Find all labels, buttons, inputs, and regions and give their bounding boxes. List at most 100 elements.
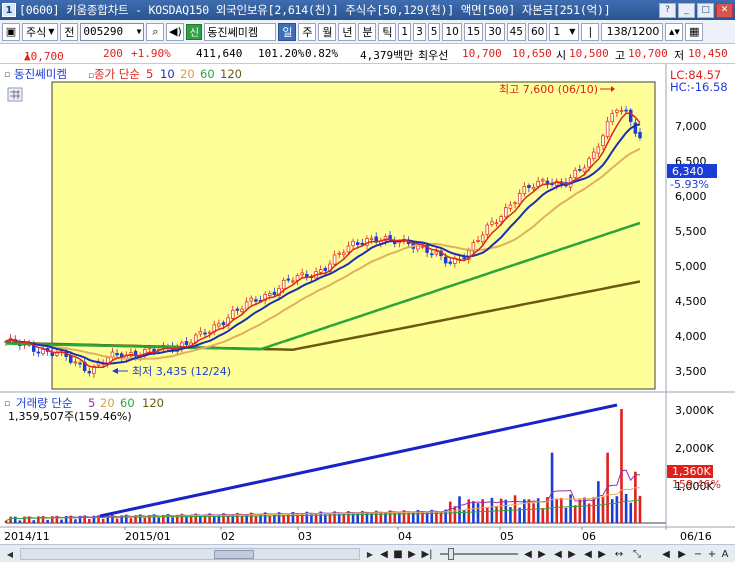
legend-marker-icon: ▫	[4, 70, 10, 80]
legend-marker-icon: ▫	[4, 399, 10, 409]
minimize-icon[interactable]: _	[678, 2, 695, 18]
volume-bar	[601, 496, 605, 523]
volume-bar	[610, 499, 614, 523]
credit-badge[interactable]: 신	[186, 23, 203, 40]
play-icon[interactable]: ▶	[406, 547, 418, 561]
play-back-icon[interactable]: ◀	[378, 547, 390, 561]
period-minute[interactable]: 분	[358, 22, 377, 41]
current-volume-rate: 159.46%	[672, 478, 721, 491]
period-month[interactable]: 월	[318, 22, 337, 41]
chevron-down-icon: ▼	[569, 27, 576, 36]
layout-icon[interactable]: ▣	[2, 22, 20, 41]
candle-body	[490, 221, 494, 225]
vol-tick-2000k: 2,000K	[675, 442, 714, 455]
volume-bar	[101, 518, 105, 523]
speaker-icon[interactable]: ◀)	[166, 22, 185, 41]
volume-bar	[212, 516, 216, 523]
help-icon[interactable]: ?	[659, 2, 676, 18]
volume-bar	[32, 520, 36, 523]
candle-body	[272, 291, 277, 296]
pan-left-icon[interactable]: ◀	[582, 547, 594, 561]
zoom-in-right-icon[interactable]: ▶	[566, 547, 578, 561]
interval-1[interactable]: 1	[398, 22, 412, 41]
volume-bar	[592, 497, 596, 523]
volume-bar	[240, 515, 244, 523]
crosshair-icon[interactable]: ↔	[612, 547, 626, 561]
search-icon[interactable]: ⌕	[146, 22, 165, 41]
volume-ma-label: 거래량 단순	[16, 396, 73, 410]
scroll-track[interactable]	[20, 548, 360, 560]
chart-settings-icon[interactable]: ▦	[685, 22, 704, 41]
interval-45[interactable]: 45	[506, 22, 526, 41]
candle-body	[508, 204, 513, 209]
scroll-left-icon[interactable]: ◀	[4, 548, 16, 560]
interval-5[interactable]: 5	[427, 22, 441, 41]
candle-body	[73, 361, 78, 364]
period-tick[interactable]: 틱	[378, 22, 397, 41]
stock-code-input[interactable]: 005290 ▼	[80, 22, 145, 41]
market-select[interactable]: 주식 ▼	[22, 22, 59, 41]
volume-bar	[555, 498, 559, 523]
volume-bar	[259, 513, 262, 523]
minus-icon[interactable]: −	[692, 547, 704, 561]
zoom-slider[interactable]	[440, 547, 518, 561]
zoom-out-left-icon[interactable]: ◀	[522, 547, 534, 561]
chart-area[interactable]: ▫ 동진쎄미켐 ▫ 종가 단순 5 10 20 60 120 LC:84.57 …	[0, 64, 735, 544]
candle-body	[300, 272, 304, 276]
low-label: 저	[674, 49, 685, 62]
zoom-out-right-icon[interactable]: ▶	[536, 547, 548, 561]
candle-body	[517, 193, 522, 205]
pan-right-icon[interactable]: ▶	[596, 547, 608, 561]
candle-body	[369, 237, 374, 240]
step-icon[interactable]: ▶|	[420, 547, 434, 561]
ma-120-label: 120	[220, 67, 242, 81]
stop-icon[interactable]: ■	[392, 547, 404, 561]
refresh-icon[interactable]: |	[581, 22, 600, 41]
price-change: 200	[103, 47, 123, 60]
maximize-icon[interactable]: □	[697, 2, 714, 18]
font-size-icon[interactable]: A	[719, 547, 731, 561]
grid-icon[interactable]	[7, 87, 23, 102]
period-week[interactable]: 주	[298, 22, 317, 41]
interval-60[interactable]: 60	[527, 22, 548, 41]
volume-bar	[550, 452, 554, 523]
zoom-in-left-icon[interactable]: ◀	[552, 547, 564, 561]
candle-body	[476, 240, 480, 242]
period-day[interactable]: 일	[278, 22, 297, 41]
chart-svg[interactable]: ▫ 동진쎄미켐 ▫ 종가 단순 5 10 20 60 120 LC:84.57 …	[0, 64, 735, 544]
x-label-2015-01: 2015/01	[125, 530, 171, 543]
current-volume-label: 1,360K	[672, 465, 711, 478]
open-label: 시	[556, 49, 567, 62]
diagonal-icon[interactable]: ⤡	[630, 547, 644, 561]
interval-15[interactable]: 15	[463, 22, 484, 41]
scroll-right-icon[interactable]: ▶	[364, 548, 376, 560]
candle-body	[638, 131, 642, 139]
volume-bar	[513, 495, 517, 523]
period-year[interactable]: 년	[338, 22, 357, 41]
stock-label: 동진쎄미켐	[14, 67, 67, 81]
interval-10[interactable]: 10	[442, 22, 462, 41]
multiplier-select[interactable]: 1 ▼	[549, 22, 580, 41]
market-all-button[interactable]: 전	[60, 22, 79, 41]
spin-icon[interactable]: ▲▼	[665, 22, 684, 41]
interval-3[interactable]: 3	[413, 22, 426, 41]
volume-bar	[296, 514, 299, 523]
close-icon[interactable]: ✕	[716, 2, 733, 18]
volume-bar	[573, 505, 577, 523]
market-label: 주식	[26, 25, 47, 39]
trade-volume: 411,640	[196, 47, 243, 60]
plus-icon[interactable]: +	[706, 547, 718, 561]
scroll-thumb[interactable]	[214, 550, 254, 559]
volume-bar	[509, 507, 512, 523]
x-label-04: 04	[398, 530, 412, 543]
arrow-left-icon[interactable]: ◀	[660, 547, 672, 561]
volume-bar	[60, 519, 63, 523]
candle-body	[462, 257, 466, 260]
volume-bar	[629, 502, 633, 523]
candle-body	[337, 252, 341, 255]
arrow-right-icon[interactable]: ▶	[676, 547, 688, 561]
zoom-slider-handle[interactable]	[448, 548, 454, 560]
x-label-06: 06	[582, 530, 596, 543]
x-label-06-16: 06/16	[680, 530, 712, 543]
interval-30[interactable]: 30	[485, 22, 505, 41]
